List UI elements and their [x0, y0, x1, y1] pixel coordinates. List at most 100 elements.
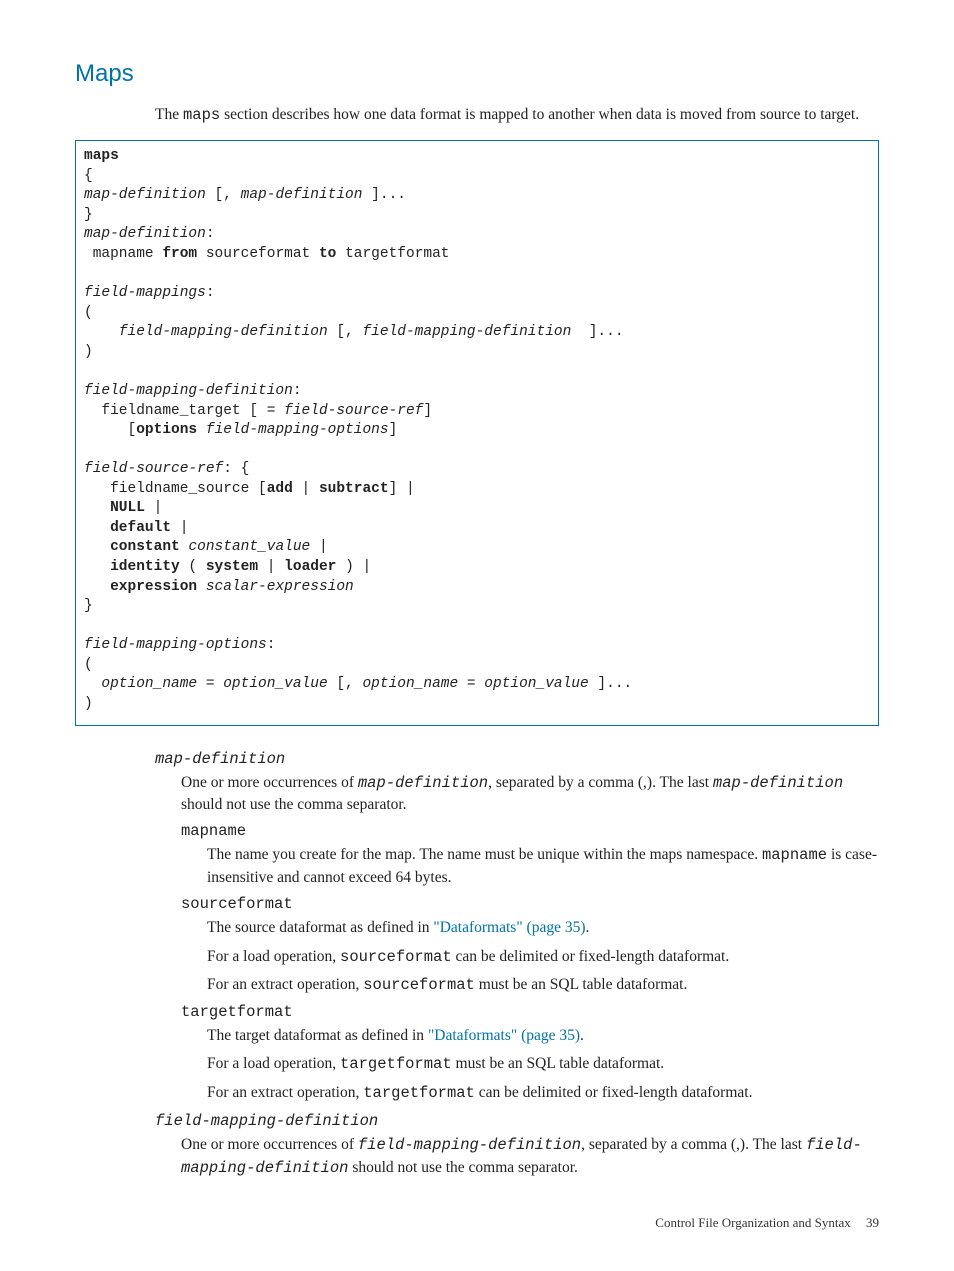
code-token: } [84, 207, 93, 223]
desc-targetformat-1: The target dataformat as defined in "Dat… [207, 1025, 879, 1047]
code-token: ( [180, 559, 206, 575]
definition-list: map-definition One or more occurrences o… [155, 750, 879, 1180]
code-token: constant [110, 539, 180, 555]
code-token: field-mapping-options [206, 422, 389, 438]
inline-code: sourceformat [340, 948, 452, 966]
code-token: ] [423, 403, 432, 419]
link-dataformats[interactable]: "Dataformats" (page 35) [428, 1027, 580, 1044]
code-token: [ [84, 422, 136, 438]
text: , separated by a comma (,). The last [581, 1136, 806, 1153]
code-token: system [206, 559, 258, 575]
desc-map-definition: One or more occurrences of map-definitio… [181, 772, 879, 817]
code-token: map-definition [241, 187, 363, 203]
text: For an extract operation, [207, 1084, 363, 1101]
code-token: map-definition [84, 226, 206, 242]
page-number: 39 [866, 1215, 879, 1230]
desc-targetformat-3: For an extract operation, targetformat c… [207, 1082, 879, 1104]
code-token: maps [84, 148, 119, 164]
text: can be delimited or fixed-length datafor… [452, 948, 730, 965]
code-token: : [267, 637, 276, 653]
code-token: map-definition [84, 187, 206, 203]
inline-code: mapname [762, 846, 827, 864]
desc-sourceformat-3: For an extract operation, sourceformat m… [207, 974, 879, 996]
code-token: to [319, 246, 336, 262]
code-token: field-mappings [84, 285, 206, 301]
inline-code: map-definition [358, 774, 488, 792]
code-token: field-source-ref [284, 403, 423, 419]
code-token: default [110, 520, 171, 536]
desc-targetformat-2: For a load operation, targetformat must … [207, 1053, 879, 1075]
code-token: add [267, 481, 293, 497]
code-token: fieldname_source [ [84, 481, 267, 497]
code-token: ( [84, 305, 93, 321]
text: must be an SQL table dataformat. [475, 976, 688, 993]
link-dataformats[interactable]: "Dataformats" (page 35) [433, 919, 585, 936]
code-token: ] [389, 422, 398, 438]
text: should not use the comma separator. [348, 1159, 577, 1176]
intro-code: maps [183, 106, 220, 124]
syntax-codebox: maps { map-definition [, map-definition … [75, 140, 879, 725]
code-token: ) [84, 696, 93, 712]
code-token: option_name = option_value [101, 676, 327, 692]
code-token: field-mapping-definition [119, 324, 328, 340]
code-token: loader [284, 559, 336, 575]
text: The name you create for the map. The nam… [207, 846, 762, 863]
code-token [84, 559, 110, 575]
text: can be delimited or fixed-length datafor… [475, 1084, 753, 1101]
term-field-mapping-definition: field-mapping-definition [155, 1112, 879, 1130]
code-token: | [258, 559, 284, 575]
code-token: ] | [389, 481, 415, 497]
code-token: from [162, 246, 197, 262]
term-sourceformat: sourceformat [181, 895, 879, 913]
text: For a load operation, [207, 1055, 340, 1072]
code-token: options [136, 422, 197, 438]
text: , separated by a comma (,). The last [488, 774, 713, 791]
term-mapname: mapname [181, 822, 879, 840]
code-token [84, 676, 101, 692]
code-token: field-mapping-definition [362, 324, 571, 340]
code-token [197, 579, 206, 595]
code-token: : { [223, 461, 249, 477]
text: One or more occurrences of [181, 774, 358, 791]
intro-paragraph: The maps section describes how one data … [155, 104, 879, 127]
code-token: field-mapping-options [84, 637, 267, 653]
code-token [84, 324, 119, 340]
section-heading: Maps [75, 60, 879, 88]
code-token: | [171, 520, 188, 536]
code-token: : [206, 226, 215, 242]
term-map-definition: map-definition [155, 750, 879, 768]
code-token: field-mapping-definition [84, 383, 293, 399]
intro-text-pre: The [155, 106, 183, 123]
text: For a load operation, [207, 948, 340, 965]
code-token [84, 539, 110, 555]
code-token: ]... [362, 187, 406, 203]
code-token: { [84, 168, 93, 184]
code-token: } [84, 598, 93, 614]
code-token: | [293, 481, 319, 497]
page-footer: Control File Organization and Syntax 39 [655, 1215, 879, 1231]
code-token [197, 422, 206, 438]
code-token: [, [328, 324, 363, 340]
code-token: mapname [84, 246, 162, 262]
code-token: NULL [110, 500, 145, 516]
code-token: ) | [336, 559, 371, 575]
code-token: subtract [319, 481, 389, 497]
code-token: ]... [589, 676, 633, 692]
text: The source dataformat as defined in [207, 919, 433, 936]
text: . [580, 1027, 584, 1044]
code-token: scalar-expression [206, 579, 354, 595]
code-token: : [206, 285, 215, 301]
code-token: ( [84, 657, 93, 673]
code-token: targetformat [336, 246, 449, 262]
term-targetformat: targetformat [181, 1003, 879, 1021]
code-token: constant_value [188, 539, 310, 555]
code-token: sourceformat [197, 246, 319, 262]
desc-field-mapping-definition: One or more occurrences of field-mapping… [181, 1134, 879, 1179]
code-token: | [310, 539, 327, 555]
intro-text-post: section describes how one data format is… [220, 106, 859, 123]
code-token: : [293, 383, 302, 399]
text: . [585, 919, 589, 936]
inline-code: sourceformat [363, 976, 475, 994]
code-token: fieldname_target [ = [84, 403, 284, 419]
desc-sourceformat-2: For a load operation, sourceformat can b… [207, 946, 879, 968]
